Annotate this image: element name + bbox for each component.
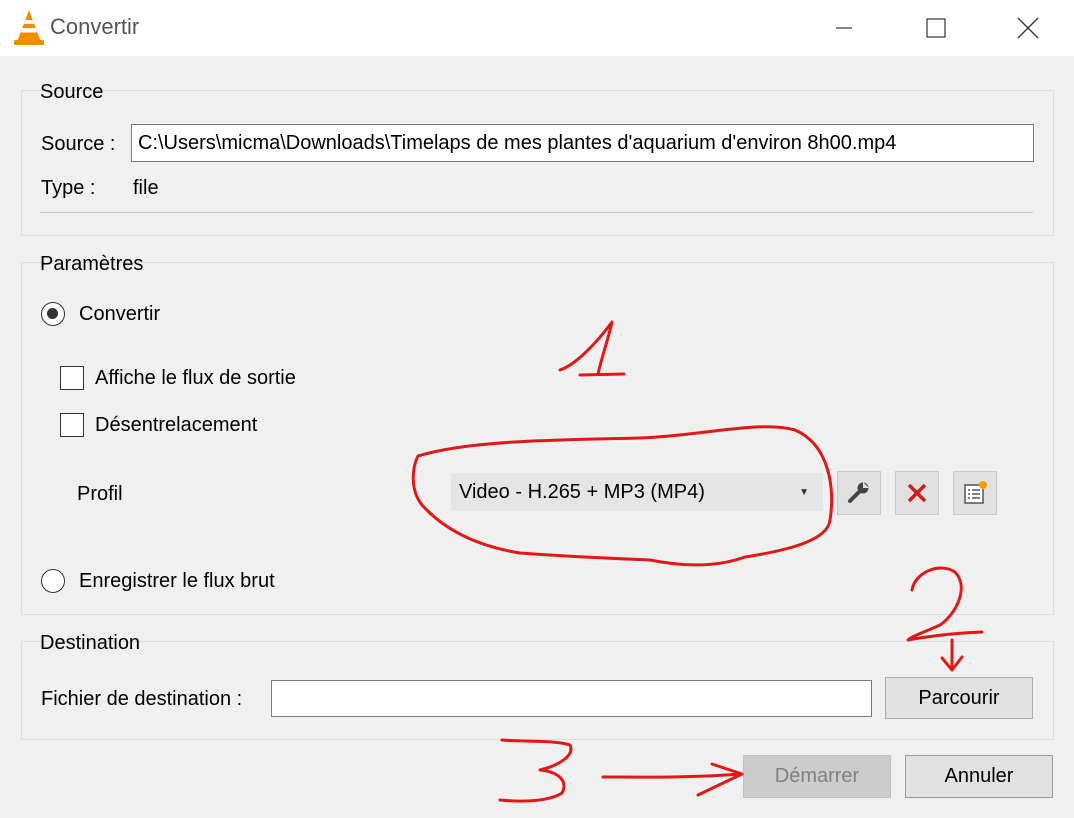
settings-group-title: Paramètres [40, 253, 144, 275]
close-button[interactable] [982, 0, 1074, 56]
raw-stream-radio[interactable] [41, 569, 65, 593]
wrench-icon [848, 482, 869, 503]
raw-stream-label[interactable]: Enregistrer le flux brut [79, 570, 275, 593]
maximize-button[interactable] [890, 0, 982, 56]
convert-radio-label[interactable]: Convertir [79, 303, 160, 326]
profile-select-value: Video - H.265 + MP3 (MP4) [459, 480, 705, 503]
deinterlace-label: Désentrelacement [95, 414, 258, 436]
show-output-checkbox[interactable] [60, 366, 84, 390]
vlc-cone-icon [12, 8, 46, 46]
edit-profile-button[interactable] [837, 471, 881, 515]
profile-label: Profil [77, 483, 123, 505]
close-icon [1017, 17, 1039, 39]
source-path-field[interactable]: C:\Users\micma\Downloads\Timelaps de mes… [131, 124, 1034, 162]
new-profile-button[interactable] [953, 471, 997, 515]
new-profile-icon [964, 481, 987, 504]
show-output-label[interactable]: Affiche le flux de sortie [95, 367, 296, 390]
cancel-button[interactable]: Annuler [905, 755, 1053, 798]
profile-select[interactable]: Video - H.265 + MP3 (MP4) ▼ [451, 473, 823, 511]
maximize-icon [926, 18, 946, 38]
annotation-arrow-3 [601, 762, 744, 797]
minimize-icon [836, 27, 852, 29]
type-value: file [133, 177, 159, 199]
deinterlace-checkbox[interactable] [60, 413, 84, 437]
source-group-title: Source [40, 81, 104, 103]
type-label: Type : [41, 177, 96, 199]
source-separator [40, 212, 1033, 213]
source-label: Source : [41, 133, 116, 155]
delete-profile-button[interactable] [895, 471, 939, 515]
browse-button[interactable]: Parcourir [885, 677, 1033, 719]
window-title: Convertir [50, 14, 140, 39]
source-group [21, 90, 1054, 236]
title-bar: Convertir [0, 0, 1074, 56]
destination-group-title: Destination [40, 632, 141, 654]
annotation-number-3 [498, 738, 573, 803]
delete-x-icon [907, 483, 927, 503]
dropdown-arrow-icon: ▼ [799, 487, 809, 498]
minimize-button[interactable] [798, 0, 890, 56]
settings-group [21, 262, 1054, 615]
convert-radio[interactable] [41, 302, 65, 326]
start-button[interactable]: Démarrer [743, 755, 891, 798]
destination-file-label: Fichier de destination : [41, 688, 243, 710]
destination-file-field[interactable] [271, 680, 872, 717]
